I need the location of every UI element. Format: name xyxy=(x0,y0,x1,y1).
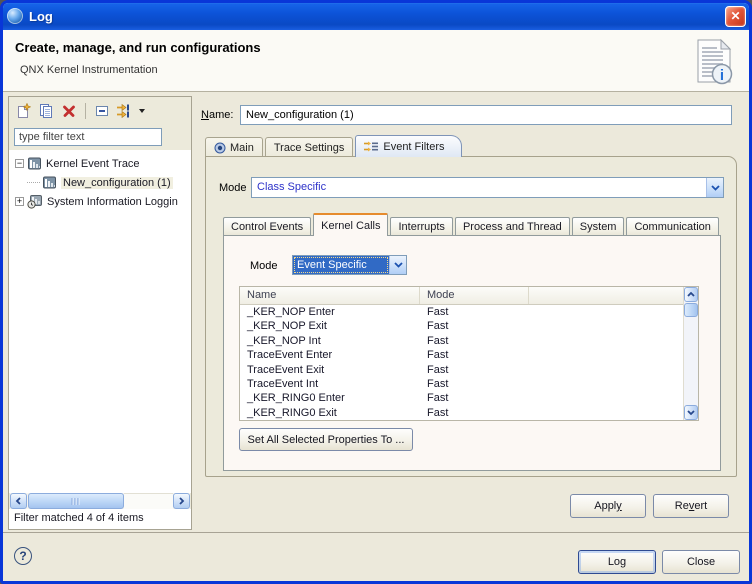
title-bar[interactable]: Log ✕ xyxy=(0,0,752,30)
scrollbar-thumb[interactable] xyxy=(28,493,124,509)
log-configuration-dialog: Log ✕ Create, manage, and run configurat… xyxy=(0,0,752,584)
name-label: Name: xyxy=(201,109,233,121)
kernel-calls-tab-content: Mode Event Specific Name Mode xyxy=(223,235,721,471)
configuration-tree: − Kernel Event Trace xyxy=(9,150,191,493)
event-class-tab-strip: Control Events Kernel Calls Interrupts P… xyxy=(223,214,721,236)
kernel-calls-table: Name Mode _KER_NOP EnterFast _KER_NOP Ex… xyxy=(239,286,699,421)
table-row[interactable]: _KER_NOP EnterFast xyxy=(240,305,683,319)
apply-button[interactable]: Apply xyxy=(570,494,646,518)
tab-process-and-thread[interactable]: Process and Thread xyxy=(455,217,570,236)
toolbar-menu-caret-icon[interactable] xyxy=(139,109,145,113)
kernel-event-trace-icon xyxy=(42,175,57,190)
tab-control-events[interactable]: Control Events xyxy=(223,217,311,236)
tree-horizontal-scrollbar[interactable] xyxy=(10,493,190,509)
tab-system[interactable]: System xyxy=(572,217,625,236)
question-mark-icon: ? xyxy=(19,549,26,563)
dialog-header: Create, manage, and run configurations Q… xyxy=(3,30,749,92)
scrollbar-thumb[interactable] xyxy=(684,303,698,317)
log-button[interactable]: Log xyxy=(578,550,656,574)
collapse-toggle-icon[interactable]: − xyxy=(15,159,24,168)
table-header[interactable]: Name Mode xyxy=(240,287,683,305)
event-mode-combobox[interactable]: Event Specific xyxy=(292,255,407,275)
column-header-name[interactable]: Name xyxy=(240,287,420,304)
new-document-icon xyxy=(15,103,31,119)
tree-item-label: System Information Loggin xyxy=(47,196,178,208)
svg-text:i: i xyxy=(720,67,724,84)
event-filters-tab-icon xyxy=(364,140,379,153)
table-row[interactable]: TraceEvent ExitFast xyxy=(240,363,683,377)
revert-button[interactable]: Revert xyxy=(653,494,729,518)
configurations-toolbar xyxy=(9,97,191,125)
mode-combobox-value: Class Specific xyxy=(252,178,706,197)
help-button[interactable]: ? xyxy=(14,547,32,565)
chevron-down-icon[interactable] xyxy=(706,178,723,197)
configuration-detail-panel: Name: Main Trace Settings xyxy=(196,93,746,533)
system-information-icon xyxy=(27,194,43,209)
tree-item-new-configuration[interactable]: New_configuration (1) xyxy=(15,173,191,192)
filter-status-text: Filter matched 4 of 4 items xyxy=(9,509,191,529)
table-row[interactable]: _KER_RING0 ExitFast xyxy=(240,406,683,420)
table-row[interactable]: _KER_NOP ExitFast xyxy=(240,319,683,333)
dialog-title: Create, manage, and run configurations xyxy=(15,40,261,55)
scroll-up-button[interactable] xyxy=(684,287,698,302)
tab-kernel-calls[interactable]: Kernel Calls xyxy=(313,213,388,236)
mode-label: Mode xyxy=(219,182,247,194)
collapse-all-button[interactable] xyxy=(92,101,112,121)
table-row[interactable]: TraceEvent EnterFast xyxy=(240,348,683,362)
set-all-selected-properties-button[interactable]: Set All Selected Properties To ... xyxy=(239,428,413,451)
duplicate-configuration-button[interactable] xyxy=(36,101,56,121)
scroll-left-button[interactable] xyxy=(10,493,27,509)
configuration-tab-strip: Main Trace Settings Event Filters xyxy=(205,135,464,157)
configurations-panel: − Kernel Event Trace xyxy=(8,96,192,530)
tab-trace-settings[interactable]: Trace Settings xyxy=(265,137,354,157)
copy-icon xyxy=(38,103,54,119)
event-mode-label: Mode xyxy=(250,260,278,272)
close-icon: ✕ xyxy=(730,9,740,23)
collapse-all-icon xyxy=(94,103,110,119)
main-tab-target-icon xyxy=(214,142,226,154)
tab-interrupts[interactable]: Interrupts xyxy=(390,217,452,236)
tab-event-filters[interactable]: Event Filters xyxy=(355,135,461,157)
table-row[interactable]: _KER_NOP IntFast xyxy=(240,334,683,348)
new-configuration-button[interactable] xyxy=(13,101,33,121)
table-row[interactable]: TraceEvent IntFast xyxy=(240,377,683,391)
expand-toggle-icon[interactable]: + xyxy=(15,197,24,206)
chevron-down-icon[interactable] xyxy=(389,256,406,274)
scroll-right-button[interactable] xyxy=(173,493,190,509)
window-close-button[interactable]: ✕ xyxy=(725,6,746,27)
tree-item-kernel-event-trace[interactable]: − Kernel Event Trace xyxy=(15,154,191,173)
close-button[interactable]: Close xyxy=(662,550,740,574)
dialog-footer: ? Log Close xyxy=(3,534,749,581)
filter-input[interactable] xyxy=(14,128,162,146)
tab-main[interactable]: Main xyxy=(205,137,263,157)
kernel-event-trace-icon xyxy=(27,156,42,171)
tree-item-label-selected: New_configuration (1) xyxy=(61,177,173,189)
filter-arrows-icon xyxy=(116,103,134,119)
tree-item-system-information-logging[interactable]: + System Information Loggin xyxy=(15,192,191,211)
tree-connector xyxy=(27,182,40,183)
delete-configuration-button[interactable] xyxy=(59,101,79,121)
table-vertical-scrollbar[interactable] xyxy=(683,287,698,420)
info-document-icon: i xyxy=(689,38,739,91)
tree-item-label: Kernel Event Trace xyxy=(46,158,140,170)
window-title: Log xyxy=(29,9,53,24)
mode-combobox[interactable]: Class Specific xyxy=(251,177,724,198)
scroll-down-button[interactable] xyxy=(684,405,698,420)
filter-launch-configurations-button[interactable] xyxy=(115,101,135,121)
delete-x-icon xyxy=(61,103,77,119)
column-header-blank[interactable] xyxy=(529,287,683,304)
column-header-mode[interactable]: Mode xyxy=(420,287,529,304)
tab-communication[interactable]: Communication xyxy=(626,217,718,236)
dialog-subtitle: QNX Kernel Instrumentation xyxy=(20,64,158,76)
dialog-body: − Kernel Event Trace xyxy=(3,93,749,533)
table-row[interactable]: _KER_RING0 EnterFast xyxy=(240,391,683,405)
event-mode-combobox-value: Event Specific xyxy=(293,256,389,274)
window-icon xyxy=(7,8,23,24)
toolbar-separator xyxy=(85,103,86,119)
name-input[interactable] xyxy=(240,105,732,125)
event-filters-tab-content: Mode Class Specific Control Events Kerne… xyxy=(205,156,737,477)
